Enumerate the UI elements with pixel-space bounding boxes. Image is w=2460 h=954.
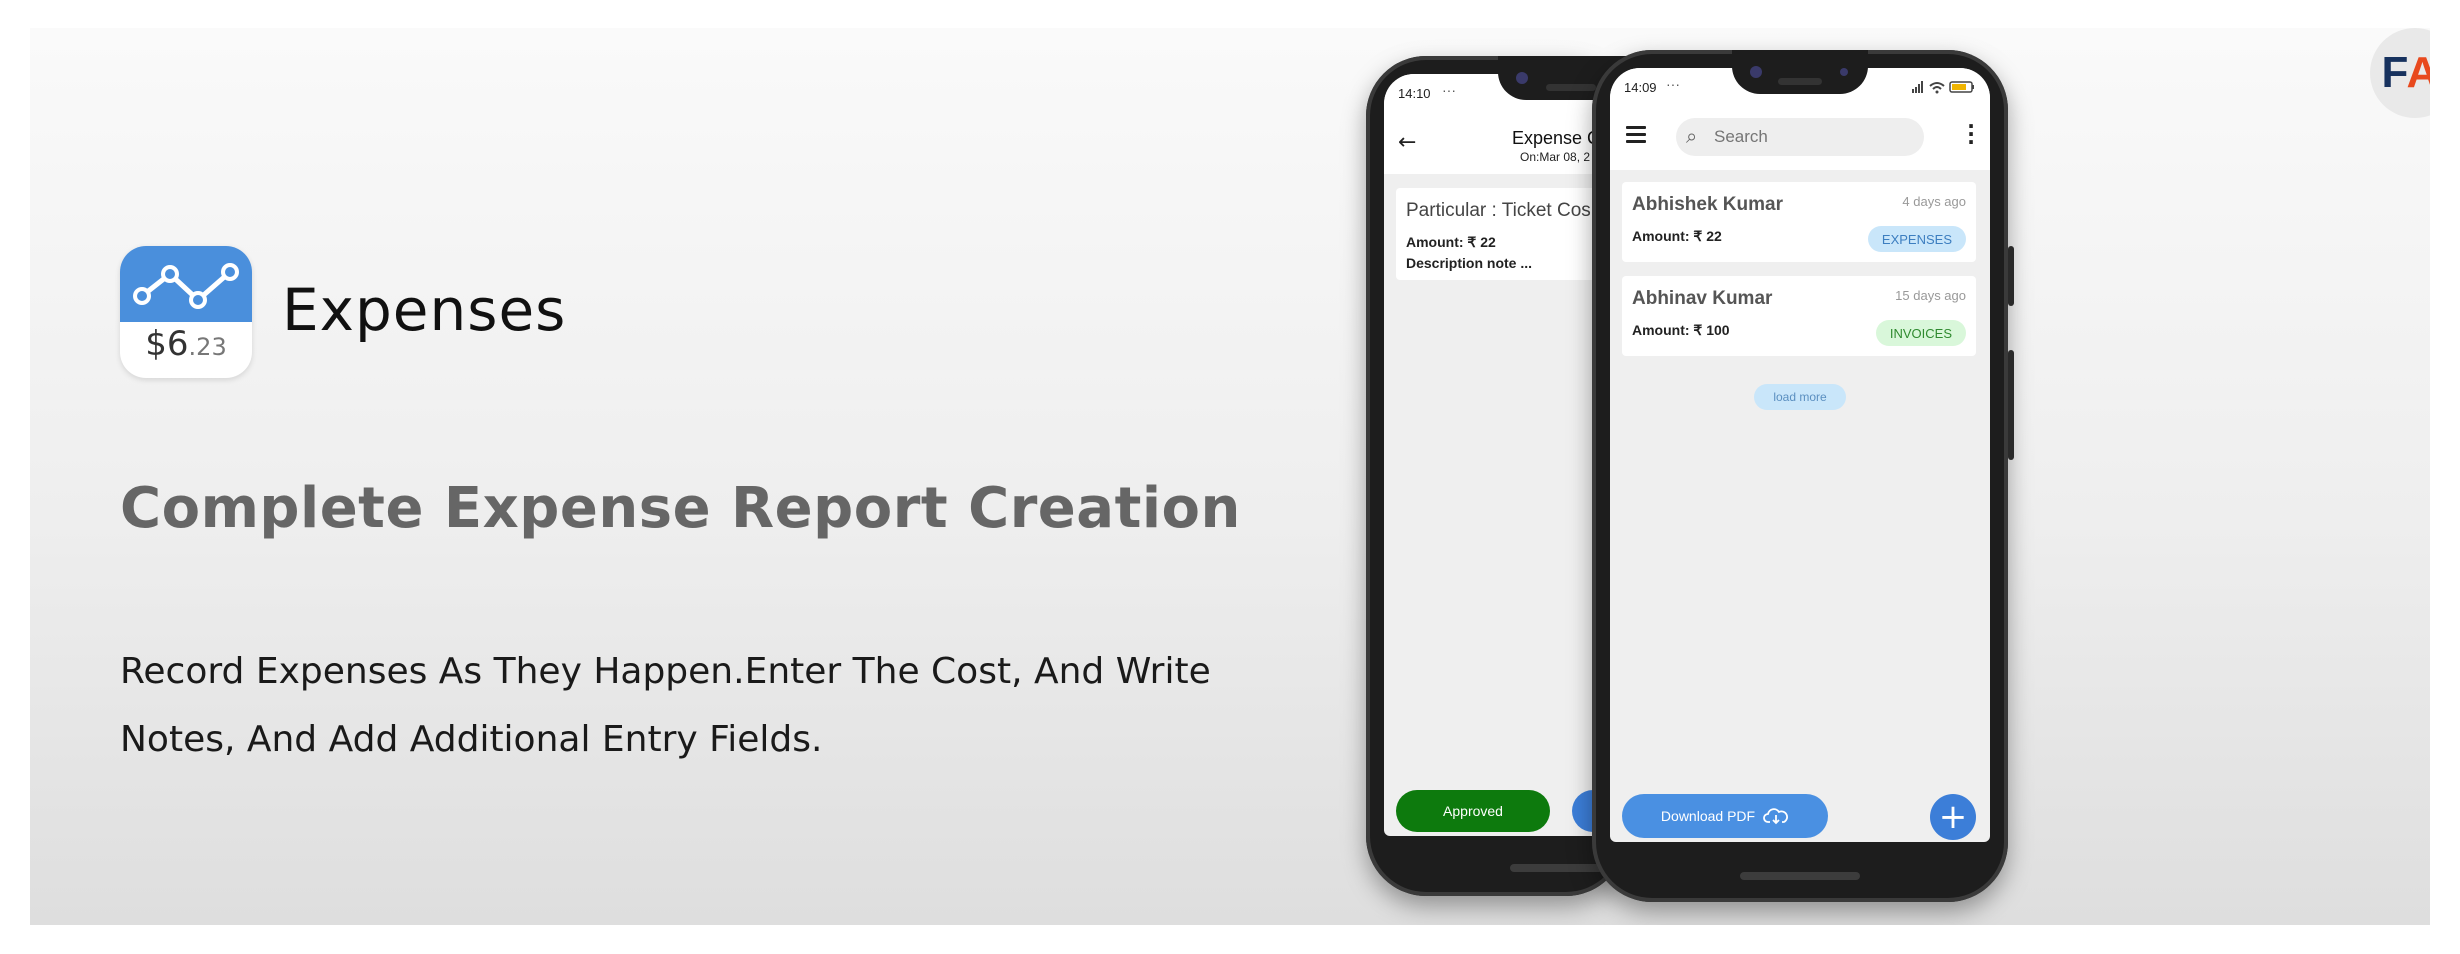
fai-logo-icon: FAI — [2370, 28, 2430, 118]
detail-title: Expense C — [1512, 128, 1601, 148]
status-time: 14:09 — [1624, 80, 1657, 95]
app-icon: $6.23 — [120, 246, 252, 378]
list-item-time: 15 days ago — [1895, 288, 1966, 303]
approved-button[interactable]: Approved — [1396, 790, 1550, 832]
description: Record Expenses As They Happen.Enter The… — [120, 651, 1211, 760]
brand-logo-f: F — [2381, 48, 2409, 97]
status-icons — [1912, 81, 1974, 94]
category-tag: EXPENSES — [1867, 226, 1966, 252]
category-tag: INVOICES — [1875, 320, 1966, 346]
load-more-button[interactable]: load more — [1754, 384, 1846, 410]
list-appbar: ⌕ ··· — [1610, 108, 1990, 170]
status-time: 14:10 — [1398, 86, 1431, 101]
menu-icon[interactable] — [1626, 126, 1646, 143]
list-item-amount: Amount: ₹ 22 — [1632, 228, 1722, 244]
detail-particular: Particular : Ticket Cos — [1406, 200, 1591, 221]
power-button — [2008, 246, 2014, 306]
list-item-name: Abhishek Kumar — [1632, 194, 1783, 215]
app-icon-chart-area — [120, 246, 252, 322]
back-phone: 14:10 ··· ← Expense C On:Mar 08, 2 Parti… — [1366, 56, 1826, 896]
signal-icon — [1912, 81, 1923, 93]
status-dots: ··· — [1666, 76, 1680, 92]
download-pdf-button[interactable]: Download PDF — [1622, 794, 1828, 838]
cloud-download-icon — [1763, 808, 1789, 825]
front-phone-chin-speaker — [1740, 872, 1860, 880]
front-camera-icon — [1516, 72, 1528, 84]
list-item-amount: Amount: ₹ 100 — [1632, 322, 1730, 338]
battery-icon — [1949, 81, 1974, 93]
search-icon: ⌕ — [1686, 124, 1698, 148]
promo-banner: FAI $6.23 Expenses Complete Expense Repo… — [30, 28, 2430, 925]
volume-button — [2008, 350, 2014, 460]
front-phone: 14:09 ··· ⌕ ··· Abhishek Kumar Amount: ₹ — [1592, 50, 2014, 902]
list-item[interactable]: Abhishek Kumar Amount: ₹ 22 4 days ago E… — [1622, 182, 1976, 262]
app-name: Expenses — [282, 276, 567, 344]
search-bar[interactable]: ⌕ — [1676, 118, 1924, 156]
list-item-name: Abhinav Kumar — [1632, 288, 1773, 309]
earpiece — [1778, 78, 1822, 85]
arrow-left-icon[interactable]: ← — [1398, 130, 1416, 155]
front-phone-screen: 14:09 ··· ⌕ ··· Abhishek Kumar Amount: ₹ — [1610, 68, 1990, 842]
status-dots: ··· — [1442, 82, 1456, 98]
app-icon-amount: $6.23 — [120, 324, 252, 364]
wifi-icon — [1929, 82, 1945, 94]
detail-amount: Amount: ₹ 22 — [1406, 234, 1496, 250]
download-pdf-label: Download PDF — [1660, 808, 1756, 824]
front-camera-icon — [1750, 66, 1762, 78]
sensor-icon — [1840, 68, 1848, 76]
app-icon-amount-main: $6 — [145, 324, 189, 364]
add-expense-button[interactable]: + — [1930, 794, 1976, 840]
search-input[interactable] — [1714, 118, 1914, 156]
front-phone-notch — [1732, 50, 1868, 94]
detail-subtitle: On:Mar 08, 2 — [1520, 150, 1591, 164]
brand-logo-ai: AI — [2406, 48, 2430, 97]
detail-note: Description note ... — [1406, 255, 1533, 271]
more-vert-icon[interactable]: · · · — [1966, 116, 1976, 152]
list-item-time: 4 days ago — [1902, 194, 1966, 209]
list-item[interactable]: Abhinav Kumar Amount: ₹ 100 15 days ago … — [1622, 276, 1976, 356]
line-chart-icon — [133, 263, 239, 309]
app-icon-amount-cents: .23 — [188, 333, 227, 361]
headline: Complete Expense Report Creation — [120, 476, 1241, 541]
earpiece — [1546, 84, 1596, 91]
